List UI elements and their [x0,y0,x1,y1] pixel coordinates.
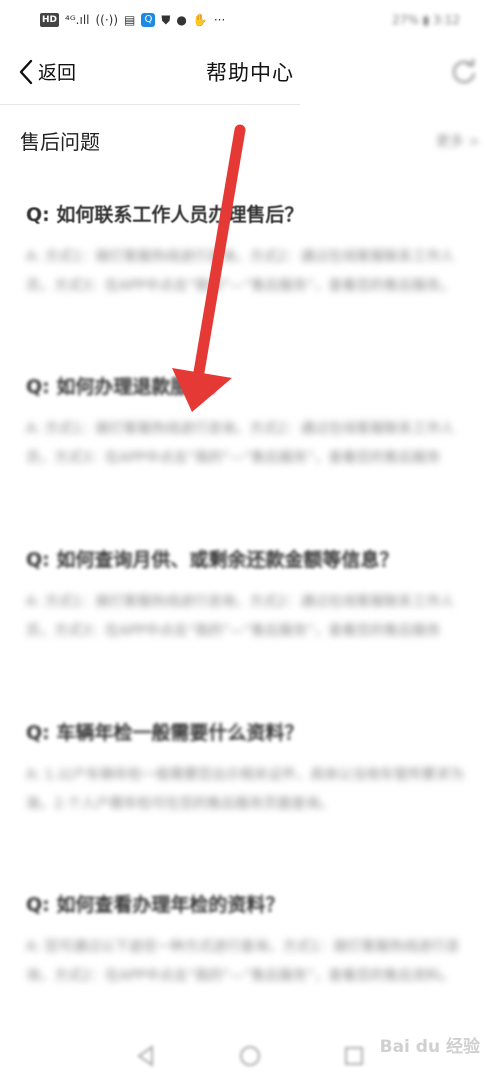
hand-icon: ✋ [192,13,208,27]
nav-bar: 返回 帮助中心 [0,40,500,104]
section-header: 售后问题 更多 > [20,126,480,155]
faq-question: Q: 如何查看办理年检的资料？ [26,894,285,916]
refresh-icon[interactable] [450,58,478,86]
faq-answer: A: 方式1：拨打客服热线进行咨询，方式2：通过在线客服联系工作人员，方式3：在… [26,421,455,466]
home-circle-icon[interactable] [238,1044,262,1068]
more-link[interactable]: 更多 > [436,131,480,151]
faq-answer: A: 您可通过以下途径一种方式进行查询，方式1：拨打客服热线进行咨询，方式2：在… [26,939,460,984]
shield-icon: ⛊ [161,13,171,27]
faq-answer: A: 1.以户车辆年检一般需要您出示相关证件，具体以当地车管所要求为准。2.个人… [26,767,464,812]
status-bar: HD ⁴ᴳ.ıll ((·)) ▤ Q ⛊ ● ✋ ··· 27% ▮ 3:12 [0,0,500,40]
faq-question: Q: 如何办理退款服务？ [26,376,228,398]
search-app-icon: Q [141,13,156,27]
faq-item[interactable]: Q: 如何办理退款服务？ A: 方式1：拨打客服热线进行咨询，方式2：通过在线客… [26,372,476,473]
baidu-watermark: Bai du 经验 [379,1037,480,1057]
calendar-icon: ▤ [124,13,136,27]
signal-icon: ⁴ᴳ.ıll [65,13,90,27]
back-triangle-icon[interactable] [134,1044,158,1068]
faq-question: Q: 车辆年检一般需要什么资料？ [26,722,304,744]
page-title: 帮助中心 [206,61,294,85]
faq-question: Q: 如何查询月供、或剩余还款金额等信息？ [26,549,399,571]
faq-item[interactable]: Q: 如何查询月供、或剩余还款金额等信息？ A: 方式1：拨打客服热线进行咨询，… [26,545,476,646]
faq-question: Q: 如何联系工作人员办理售后？ [26,204,304,226]
faq-item[interactable]: Q: 如何查看办理年检的资料？ A: 您可通过以下途径一种方式进行查询，方式1：… [26,890,476,991]
faq-item[interactable]: Q: 车辆年检一般需要什么资料？ A: 1.以户车辆年检一般需要您出示相关证件，… [26,718,476,819]
nav-divider [0,104,300,105]
faq-item[interactable]: Q: 如何联系工作人员办理售后？ A: 方式1：拨打客服热线进行咨询，方式2：通… [26,200,476,301]
faq-answer: A: 方式1：拨打客服热线进行咨询，方式2：通过在线客服联系工作人员，方式3：在… [26,594,455,639]
status-right: 27% ▮ 3:12 [392,13,460,27]
section-title: 售后问题 [20,130,100,154]
hd-icon: HD [40,13,60,27]
faq-answer: A: 方式1：拨打客服热线进行咨询，方式2：通过在线客服联系工作人员，方式3：在… [26,249,455,294]
chat-icon: ● [176,13,187,27]
more-notifications-icon: ··· [213,13,226,27]
wifi-icon: ((·)) [95,13,119,27]
recents-square-icon[interactable] [342,1044,366,1068]
